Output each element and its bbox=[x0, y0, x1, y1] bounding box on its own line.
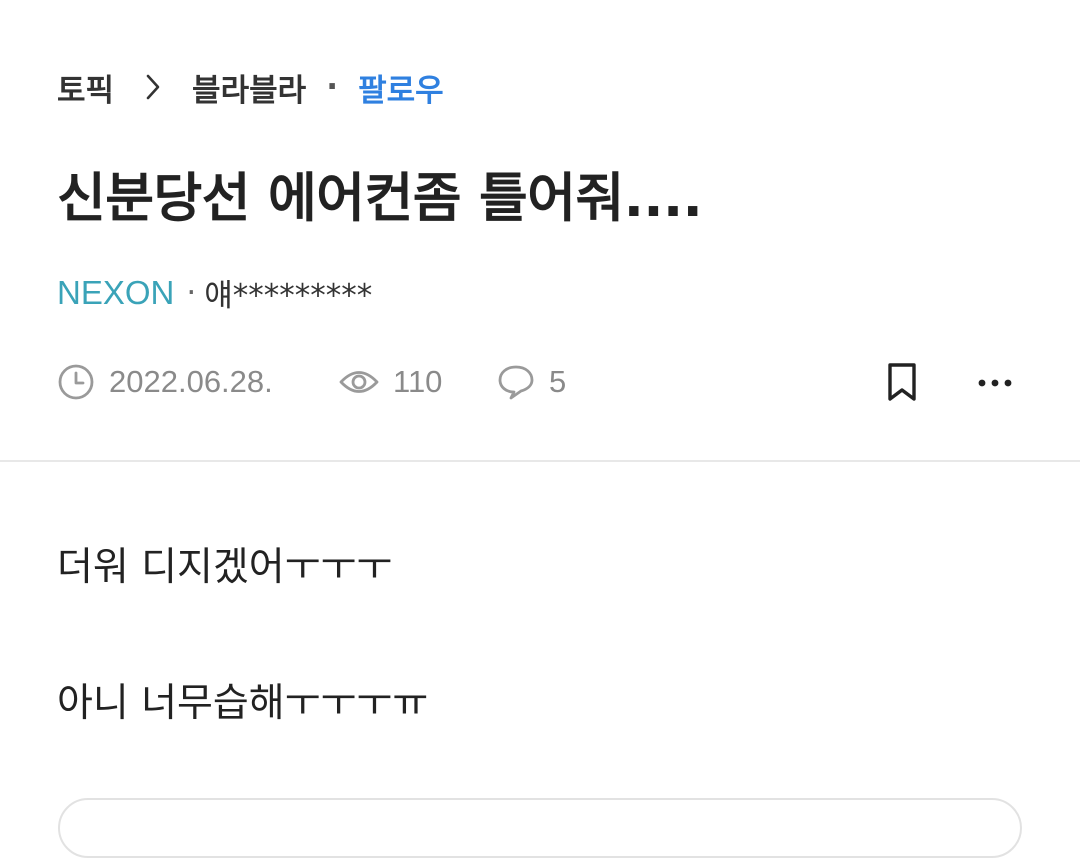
comment-input-box[interactable] bbox=[58, 798, 1022, 858]
clock-icon bbox=[57, 363, 95, 401]
comment-bubble-icon bbox=[497, 364, 535, 400]
more-horizontal-icon bbox=[977, 373, 1013, 392]
author-separator: · bbox=[186, 274, 197, 311]
eye-icon bbox=[339, 367, 379, 397]
company-name[interactable]: NEXON bbox=[57, 274, 174, 312]
breadcrumb-topic[interactable]: 토픽 bbox=[57, 65, 114, 110]
breadcrumb-separator: · bbox=[326, 69, 339, 105]
breadcrumb: 토픽 블라블라 · 팔로우 bbox=[57, 62, 444, 112]
post-title: 신분당선 에어컨좀 틀어줘.... bbox=[57, 168, 703, 229]
bookmark-icon bbox=[885, 362, 919, 406]
post-date: 2022.06.28. bbox=[57, 363, 339, 401]
author-line: NEXON · 얘********* bbox=[57, 270, 372, 315]
post-body-line: 더워 디지겠어ㅜㅜㅜ bbox=[57, 545, 393, 590]
bookmark-button[interactable] bbox=[880, 361, 924, 407]
follow-button[interactable]: 팔로우 bbox=[358, 65, 444, 110]
post-views: 110 bbox=[339, 364, 497, 400]
post-comments[interactable]: 5 bbox=[497, 364, 566, 400]
divider bbox=[0, 460, 1080, 462]
post-meta: 2022.06.28. 110 5 bbox=[57, 356, 566, 408]
comments-value: 5 bbox=[549, 364, 567, 399]
more-options-button[interactable] bbox=[972, 362, 1018, 402]
date-value: 2022.06.28. bbox=[109, 364, 273, 399]
breadcrumb-board[interactable]: 블라블라 bbox=[192, 65, 306, 110]
post-body-line: 아니 너무습해ㅜㅜㅜㅠ bbox=[57, 681, 429, 726]
author-nickname: 얘********* bbox=[204, 278, 373, 314]
chevron-right-icon bbox=[114, 73, 192, 101]
views-value: 110 bbox=[393, 364, 443, 399]
